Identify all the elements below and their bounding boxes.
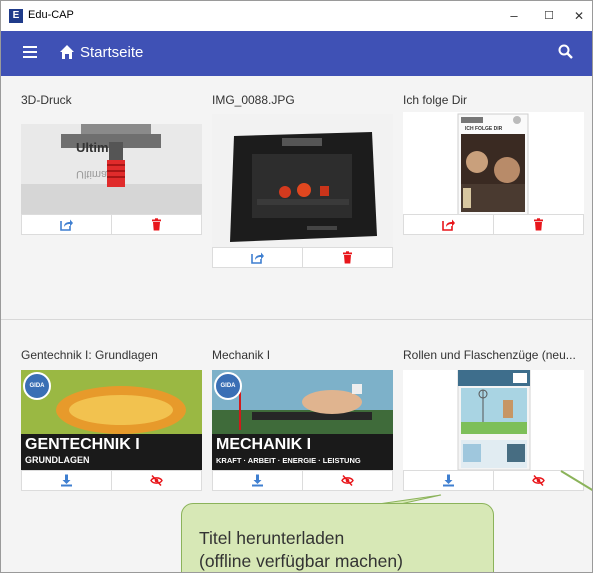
callout-line-2: (offline verfügbar machen) bbox=[199, 551, 403, 571]
callout-text: Titel herunterladen (offline verfügbar m… bbox=[199, 527, 499, 572]
app-window: E Edu-CAP – ☐ ✕ Startseite 3D-Druck Ulti… bbox=[0, 0, 593, 573]
callout-pointer bbox=[370, 470, 592, 506]
callout-line-1: Titel herunterladen bbox=[199, 528, 345, 548]
